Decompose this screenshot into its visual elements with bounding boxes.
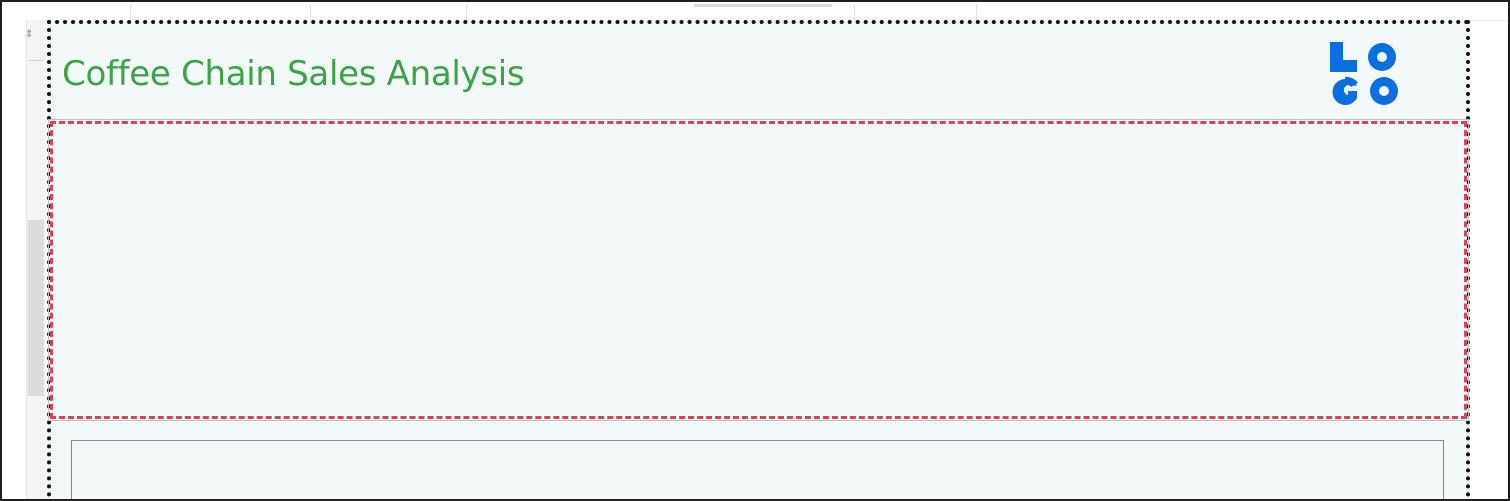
logo-icon	[1330, 42, 1398, 105]
column-divider[interactable]	[854, 4, 855, 20]
workspace-frame: ⇕ Coffee Chain Sales Analysis	[0, 0, 1510, 501]
column-divider[interactable]	[976, 4, 977, 20]
dashboard-title: Coffee Chain Sales Analysis	[62, 54, 525, 94]
column-header-strip	[4, 4, 1508, 21]
column-highlight	[694, 4, 832, 7]
resize-vertical-icon[interactable]: ⇕	[25, 30, 33, 40]
vertical-scrollbar-thumb[interactable]	[28, 220, 44, 396]
selected-zone[interactable]	[50, 121, 1467, 419]
column-divider[interactable]	[130, 4, 131, 20]
sheet-container[interactable]	[71, 440, 1444, 499]
column-divider[interactable]	[466, 4, 467, 20]
panel-divider	[29, 60, 43, 61]
left-gutter	[4, 20, 26, 499]
column-divider[interactable]	[310, 4, 311, 20]
